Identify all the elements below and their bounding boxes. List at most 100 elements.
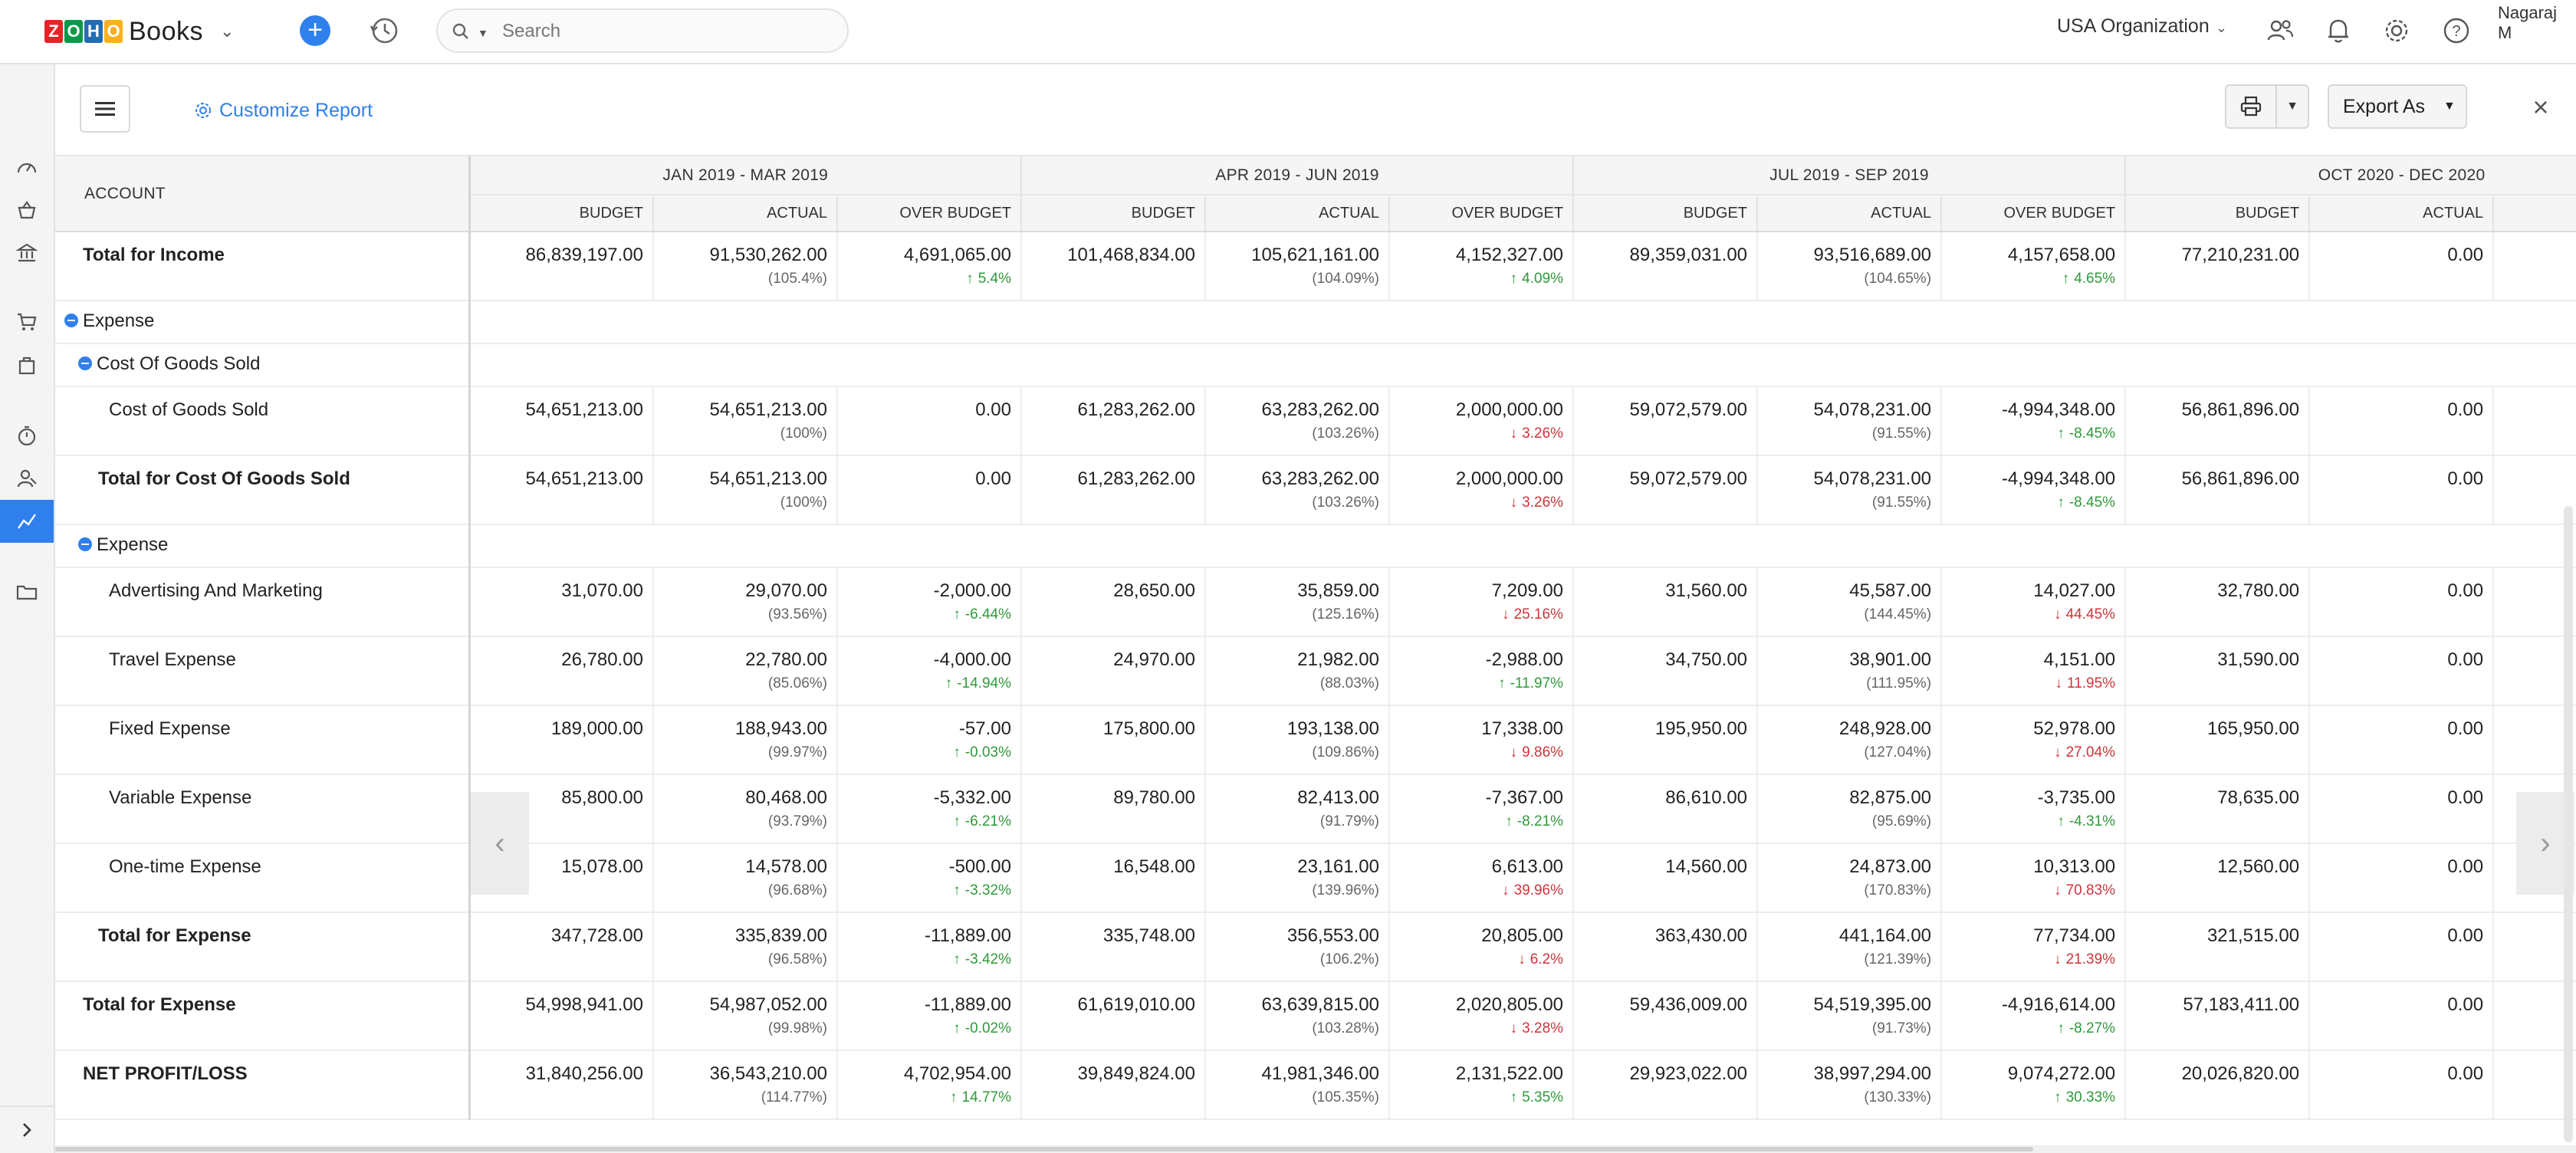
amount-cell[interactable]: 195,950.00 — [1572, 705, 1758, 775]
recent-history-icon[interactable] — [368, 14, 402, 48]
budget-vs-actual-table-container[interactable]: ACCOUNT JAN 2019 - MAR 2019 APR 2019 - JU… — [55, 156, 2576, 1145]
amount-cell[interactable]: 0.00 — [2308, 912, 2494, 982]
search-box[interactable]: ▼ — [436, 8, 849, 53]
account-name-cell[interactable]: Total for Expense — [55, 981, 471, 1051]
amount-cell[interactable]: 20,805.00 ↓ 6.2% — [1388, 912, 1574, 982]
amount-cell[interactable]: 0.00 — [836, 386, 1021, 456]
close-icon[interactable]: × — [2525, 92, 2556, 123]
amount-cell[interactable]: 363,430.00 — [1572, 912, 1758, 982]
amount-cell[interactable]: 80,468.00 (93.79%) — [652, 774, 837, 844]
amount-cell[interactable]: 0.00 — [2308, 455, 2494, 525]
users-icon[interactable] — [2265, 15, 2295, 46]
amount-cell[interactable]: 59,072,579.00 — [1572, 386, 1758, 456]
amount-cell[interactable]: 10,313.00 ↓ 70.83% — [1940, 843, 2126, 913]
purchases-bag-icon[interactable] — [0, 347, 54, 383]
amount-cell[interactable]: 86,839,197.00 — [468, 232, 653, 301]
group-header-cell[interactable]: Expense — [55, 524, 471, 568]
amount-cell[interactable]: 78,635.00 — [2124, 774, 2310, 844]
amount-cell[interactable]: 335,748.00 — [1020, 912, 1205, 982]
amount-cell[interactable]: -3,735.00 ↑ -4.31% — [1940, 774, 2126, 844]
export-as-button[interactable]: Export As ▼ — [2328, 84, 2467, 129]
amount-cell[interactable]: 105,621,161.00 (104.09%) — [1204, 232, 1389, 301]
amount-cell[interactable]: 77,734.00 ↓ 21.39% — [1940, 912, 2126, 982]
amount-cell[interactable]: 7,209.00 ↓ 25.16% — [1388, 567, 1574, 637]
amount-cell[interactable]: 35,859.00 (125.16%) — [1204, 567, 1389, 637]
amount-cell[interactable]: 21,982.00 (88.03%) — [1204, 636, 1389, 706]
amount-cell[interactable]: -7,367.00 ↑ -8.21% — [1388, 774, 1574, 844]
amount-cell[interactable]: 0.00 — [2308, 843, 2494, 913]
bell-icon[interactable] — [2323, 15, 2354, 46]
amount-cell[interactable]: 38,997,294.00 (130.33%) — [1756, 1050, 1942, 1120]
amount-cell[interactable]: 59,072,579.00 — [1572, 455, 1758, 525]
amount-cell[interactable]: 54,651,213.00 — [468, 455, 653, 525]
sales-cart-icon[interactable] — [0, 304, 54, 340]
amount-cell[interactable]: 0.00 — [2308, 232, 2494, 301]
amount-cell[interactable]: -5,332.00 ↑ -6.21% — [836, 774, 1021, 844]
amount-cell[interactable]: 89,780.00 — [1020, 774, 1205, 844]
collapse-minus-icon[interactable] — [64, 313, 78, 327]
amount-cell[interactable]: 26,780.00 — [468, 636, 653, 706]
amount-cell[interactable]: 4,151.00 ↓ 11.95% — [1940, 636, 2126, 706]
amount-cell[interactable]: 17,338.00 ↓ 9.86% — [1388, 705, 1574, 775]
metric-column-header[interactable]: BUDGET — [1572, 195, 1758, 232]
organization-switcher[interactable]: USA Organization — [2057, 15, 2210, 38]
account-name-cell[interactable]: Fixed Expense — [55, 705, 471, 775]
amount-cell[interactable]: 24,873.00 (170.83%) — [1756, 843, 1942, 913]
amount-cell[interactable]: -4,000.00 ↑ -14.94% — [836, 636, 1021, 706]
amount-cell[interactable]: 2,020,805.00 ↓ 3.28% — [1388, 981, 1574, 1051]
amount-cell[interactable]: 54,651,213.00 — [468, 386, 653, 456]
amount-cell[interactable]: 101,468,834.00 — [1020, 232, 1205, 301]
amount-cell[interactable]: 63,283,262.00 (103.26%) — [1204, 455, 1389, 525]
amount-cell[interactable]: 31,070.00 — [468, 567, 653, 637]
amount-cell[interactable]: 31,840,256.00 — [468, 1050, 653, 1120]
amount-cell[interactable]: 188,943.00 (99.97%) — [652, 705, 837, 775]
gear-icon[interactable] — [2381, 15, 2412, 46]
amount-cell[interactable]: 0.00 — [2308, 636, 2494, 706]
amount-cell[interactable]: -4,916,614.00 ↑ -8.27% — [1940, 981, 2126, 1051]
account-name-cell[interactable]: Variable Expense — [55, 774, 471, 844]
chevron-down-icon[interactable]: ⌄ — [2216, 20, 2227, 36]
metric-column-header[interactable]: OVER BUDGET — [1940, 195, 2126, 232]
amount-cell[interactable]: 0.00 — [2308, 567, 2494, 637]
amount-cell[interactable]: 441,164.00 (121.39%) — [1756, 912, 1942, 982]
time-tracking-icon[interactable] — [0, 417, 54, 454]
amount-cell[interactable]: 52,978.00 ↓ 27.04% — [1940, 705, 2126, 775]
amount-cell[interactable]: 24,970.00 — [1020, 636, 1205, 706]
banking-icon[interactable] — [0, 235, 54, 271]
search-input[interactable] — [501, 18, 826, 45]
amount-cell[interactable]: 29,923,022.00 — [1572, 1050, 1758, 1120]
amount-cell[interactable]: 0.00 — [836, 455, 1021, 525]
amount-cell[interactable]: 248,928.00 (127.04%) — [1756, 705, 1942, 775]
amount-cell[interactable]: 29,070.00 (93.56%) — [652, 567, 837, 637]
amount-cell[interactable]: -2,000.00 ↑ -6.44% — [836, 567, 1021, 637]
amount-cell[interactable]: 56,861,896.00 — [2124, 455, 2310, 525]
amount-cell[interactable]: 356,553.00 (106.2%) — [1204, 912, 1389, 982]
amount-cell[interactable]: 45,587.00 (144.45%) — [1756, 567, 1942, 637]
group-header-cell[interactable]: Expense — [55, 301, 471, 344]
amount-cell[interactable]: 347,728.00 — [468, 912, 653, 982]
amount-cell[interactable]: 54,987,052.00 (99.98%) — [652, 981, 837, 1051]
account-name-cell[interactable]: Total for Income — [55, 232, 471, 301]
amount-cell[interactable]: 0.00 — [2308, 386, 2494, 456]
amount-cell[interactable]: 14,560.00 — [1572, 843, 1758, 913]
amount-cell[interactable]: 28,650.00 — [1020, 567, 1205, 637]
report-menu-hamburger-icon[interactable] — [80, 85, 130, 133]
amount-cell[interactable]: 59,436,009.00 — [1572, 981, 1758, 1051]
amount-cell[interactable]: 189,000.00 — [468, 705, 653, 775]
amount-cell[interactable]: 4,157,658.00 ↑ 4.65% — [1940, 232, 2126, 301]
help-icon[interactable]: ? — [2441, 15, 2472, 46]
amount-cell[interactable]: 4,691,065.00 ↑ 5.4% — [836, 232, 1021, 301]
amount-cell[interactable]: -2,988.00 ↑ -11.97% — [1388, 636, 1574, 706]
amount-cell[interactable]: -4,994,348.00 ↑ -8.45% — [1940, 386, 2126, 456]
amount-cell[interactable]: 61,619,010.00 — [1020, 981, 1205, 1051]
amount-cell[interactable]: 335,839.00 (96.58%) — [652, 912, 837, 982]
avatar[interactable]: Nagaraj M — [2498, 3, 2574, 63]
metric-column-header[interactable]: ACTUAL — [1204, 195, 1389, 232]
amount-cell[interactable]: 16,548.00 — [1020, 843, 1205, 913]
horizontal-scrollbar-thumb[interactable] — [55, 1147, 2033, 1151]
quick-create-plus-icon[interactable]: + — [300, 15, 330, 46]
amount-cell[interactable]: 93,516,689.00 (104.65%) — [1756, 232, 1942, 301]
amount-cell[interactable]: 56,861,896.00 — [2124, 386, 2310, 456]
amount-cell[interactable]: 0.00 — [2308, 1050, 2494, 1120]
accountant-icon[interactable] — [0, 460, 54, 497]
